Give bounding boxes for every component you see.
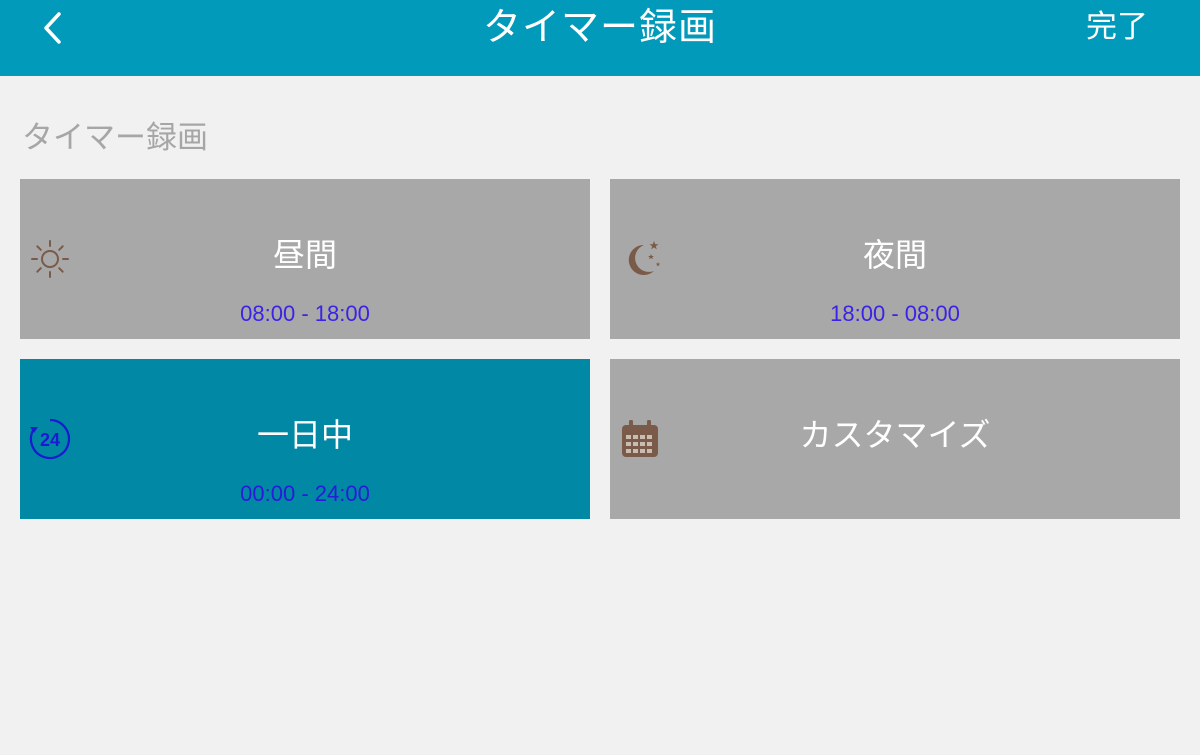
- preset-time-night: 18:00 - 08:00: [830, 301, 960, 326]
- preset-label-day: 昼間: [272, 236, 337, 274]
- app-header: タイマー録画 完了: [0, 0, 1200, 76]
- preset-tile-day[interactable]: 昼間 08:00 - 18:00: [20, 179, 590, 339]
- section-label: タイマー録画: [22, 120, 208, 156]
- page-title: タイマー録画: [482, 5, 717, 49]
- preset-label-custom: カスタマイズ: [799, 416, 991, 454]
- preset-time-allday: 00:00 - 24:00: [240, 481, 370, 506]
- preset-tile-custom[interactable]: カスタマイズ: [610, 359, 1180, 519]
- done-button[interactable]: 完了: [1086, 0, 1148, 54]
- preset-tile-night[interactable]: 夜間 18:00 - 08:00: [610, 179, 1180, 339]
- preset-label-allday: 一日中: [256, 416, 353, 454]
- back-button[interactable]: [28, 6, 76, 50]
- preset-tile-allday[interactable]: 24 一日中 00:00 - 24:00: [20, 359, 590, 519]
- chevron-left-icon: [44, 12, 61, 44]
- preset-time-day: 08:00 - 18:00: [240, 301, 370, 326]
- preset-label-night: 夜間: [862, 236, 927, 274]
